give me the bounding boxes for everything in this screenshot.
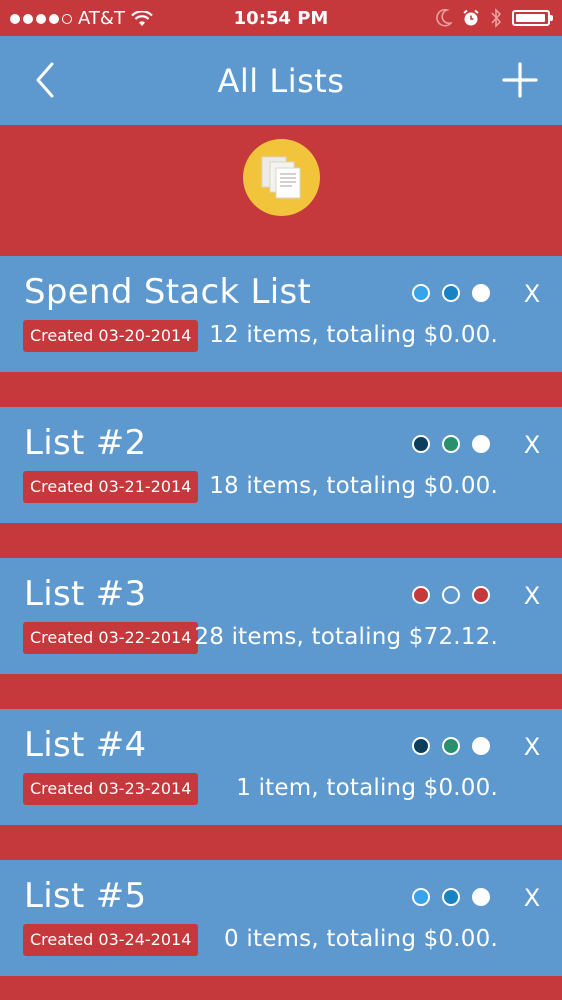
delete-list-button[interactable]: X [521, 280, 543, 308]
delete-list-button[interactable]: X [521, 884, 543, 912]
indicator-dot [472, 888, 490, 906]
indicator-dot [442, 888, 460, 906]
bluetooth-icon [491, 8, 502, 28]
indicator-dot [442, 284, 460, 302]
battery-icon [512, 10, 553, 26]
indicator-dot [472, 586, 490, 604]
status-indicators [412, 435, 490, 453]
indicator-dot [442, 435, 460, 453]
indicator-dot [472, 435, 490, 453]
list-name: List #2 [24, 423, 147, 463]
list-summary: 12 items, totaling $0.00. [209, 322, 498, 348]
list-name: Spend Stack List [24, 272, 312, 312]
indicator-dot [412, 737, 430, 755]
indicator-dot [412, 284, 430, 302]
indicator-dot [412, 586, 430, 604]
list-summary: 18 items, totaling $0.00. [209, 473, 498, 499]
list-card[interactable]: List #4 Created 03-23-2014 1 item, total… [0, 709, 562, 825]
indicator-dot [472, 737, 490, 755]
indicator-dot [472, 284, 490, 302]
indicator-dot [442, 586, 460, 604]
created-date-badge: Created 03-20-2014 [23, 320, 199, 352]
status-indicators [412, 888, 490, 906]
list-name: List #4 [24, 725, 147, 765]
status-indicators [412, 737, 490, 755]
documents-icon [261, 156, 301, 199]
created-date-badge: Created 03-21-2014 [23, 471, 199, 503]
page-title: All Lists [217, 62, 345, 100]
indicator-dot [442, 737, 460, 755]
delete-list-button[interactable]: X [521, 582, 543, 610]
created-date-badge: Created 03-22-2014 [23, 622, 199, 654]
list-card[interactable]: List #2 Created 03-21-2014 18 items, tot… [0, 407, 562, 523]
indicator-dot [412, 888, 430, 906]
list-summary: 0 items, totaling $0.00. [224, 926, 498, 952]
plus-icon [502, 62, 538, 98]
add-list-button[interactable] [500, 60, 540, 100]
list-card[interactable]: List #5 Created 03-24-2014 0 items, tota… [0, 860, 562, 976]
indicator-dot [412, 435, 430, 453]
app-logo [243, 139, 320, 216]
navigation-bar: All Lists [0, 36, 562, 125]
alarm-icon [463, 9, 479, 26]
moon-icon [436, 9, 452, 27]
list-name: List #3 [24, 574, 147, 614]
list-name: List #5 [24, 876, 147, 916]
status-right [436, 8, 553, 28]
list-card[interactable]: List #3 Created 03-22-2014 28 items, tot… [0, 558, 562, 674]
header-banner [0, 125, 562, 256]
status-indicators [412, 586, 490, 604]
battery-level [516, 14, 545, 22]
delete-list-button[interactable]: X [521, 431, 543, 459]
list-card[interactable]: Spend Stack List Created 03-20-2014 12 i… [0, 256, 562, 372]
status-bar: AT&T 10:54 PM [0, 0, 562, 36]
status-indicators [412, 284, 490, 302]
created-date-badge: Created 03-24-2014 [23, 924, 199, 956]
list-summary: 28 items, totaling $72.12. [194, 624, 498, 650]
list-summary: 1 item, totaling $0.00. [236, 775, 498, 801]
created-date-badge: Created 03-23-2014 [23, 773, 199, 805]
delete-list-button[interactable]: X [521, 733, 543, 761]
